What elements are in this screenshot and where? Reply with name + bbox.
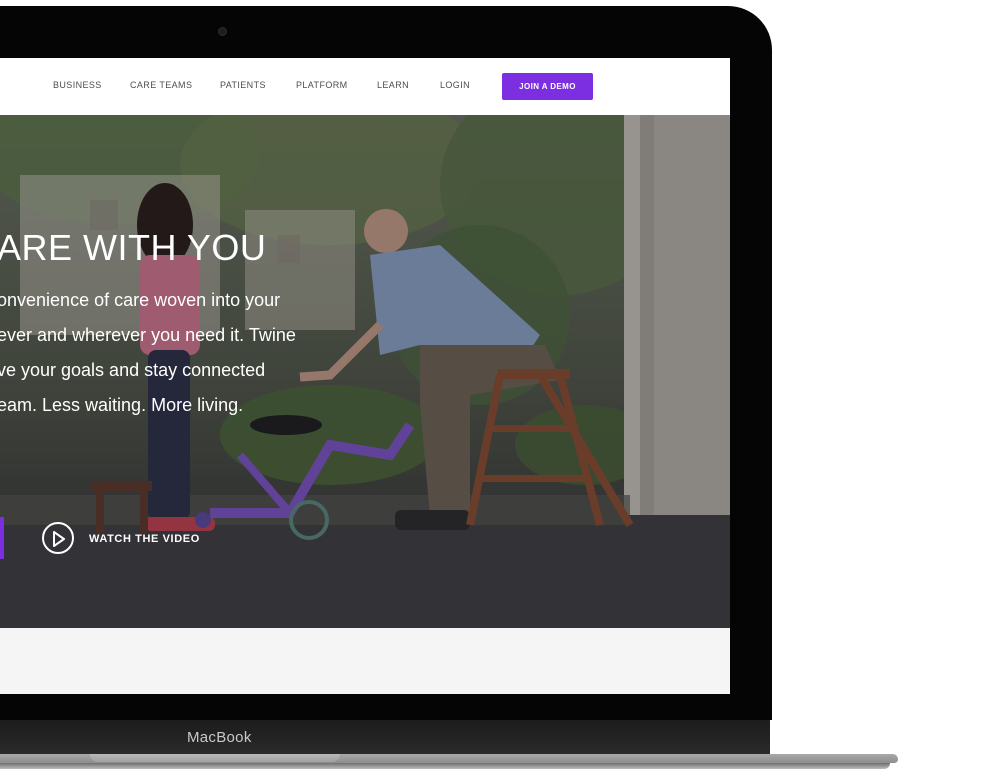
hero-section: ARE WITH YOU onvenience of care woven in… xyxy=(0,115,730,628)
laptop-chin xyxy=(0,720,770,754)
nav-care-teams[interactable]: CARE TEAMS xyxy=(130,80,192,90)
hero-text-line: eam. Less waiting. More living. xyxy=(0,395,244,415)
hero-heading: ARE WITH YOU xyxy=(0,227,267,268)
hero-text-line: ever and wherever you need it. Twine xyxy=(0,325,296,345)
hero-text-line: ve your goals and stay connected xyxy=(0,360,266,380)
hero-cta-button-edge[interactable] xyxy=(0,517,4,559)
nav-patients[interactable]: PATIENTS xyxy=(220,80,266,90)
laptop-screen: BUSINESS CARE TEAMS PATIENTS PLATFORM LE… xyxy=(0,58,730,694)
nav-learn[interactable]: LEARN xyxy=(377,80,409,90)
top-navigation: BUSINESS CARE TEAMS PATIENTS PLATFORM LE… xyxy=(0,58,730,116)
nav-login[interactable]: LOGIN xyxy=(440,80,470,90)
watch-video-link[interactable]: WATCH THE VIDEO xyxy=(89,533,200,545)
below-hero-section xyxy=(0,628,730,694)
laptop-base-edge xyxy=(0,763,890,769)
nav-business[interactable]: BUSINESS xyxy=(53,80,102,90)
nav-platform[interactable]: PLATFORM xyxy=(296,80,348,90)
laptop-lid-notch xyxy=(90,754,340,762)
play-circle-icon[interactable] xyxy=(42,522,74,554)
device-brand-label: MacBook xyxy=(187,729,252,746)
webcam xyxy=(218,27,227,36)
join-demo-button[interactable]: JOIN A DEMO xyxy=(502,73,593,100)
hero-text-line: onvenience of care woven into your xyxy=(0,290,281,310)
